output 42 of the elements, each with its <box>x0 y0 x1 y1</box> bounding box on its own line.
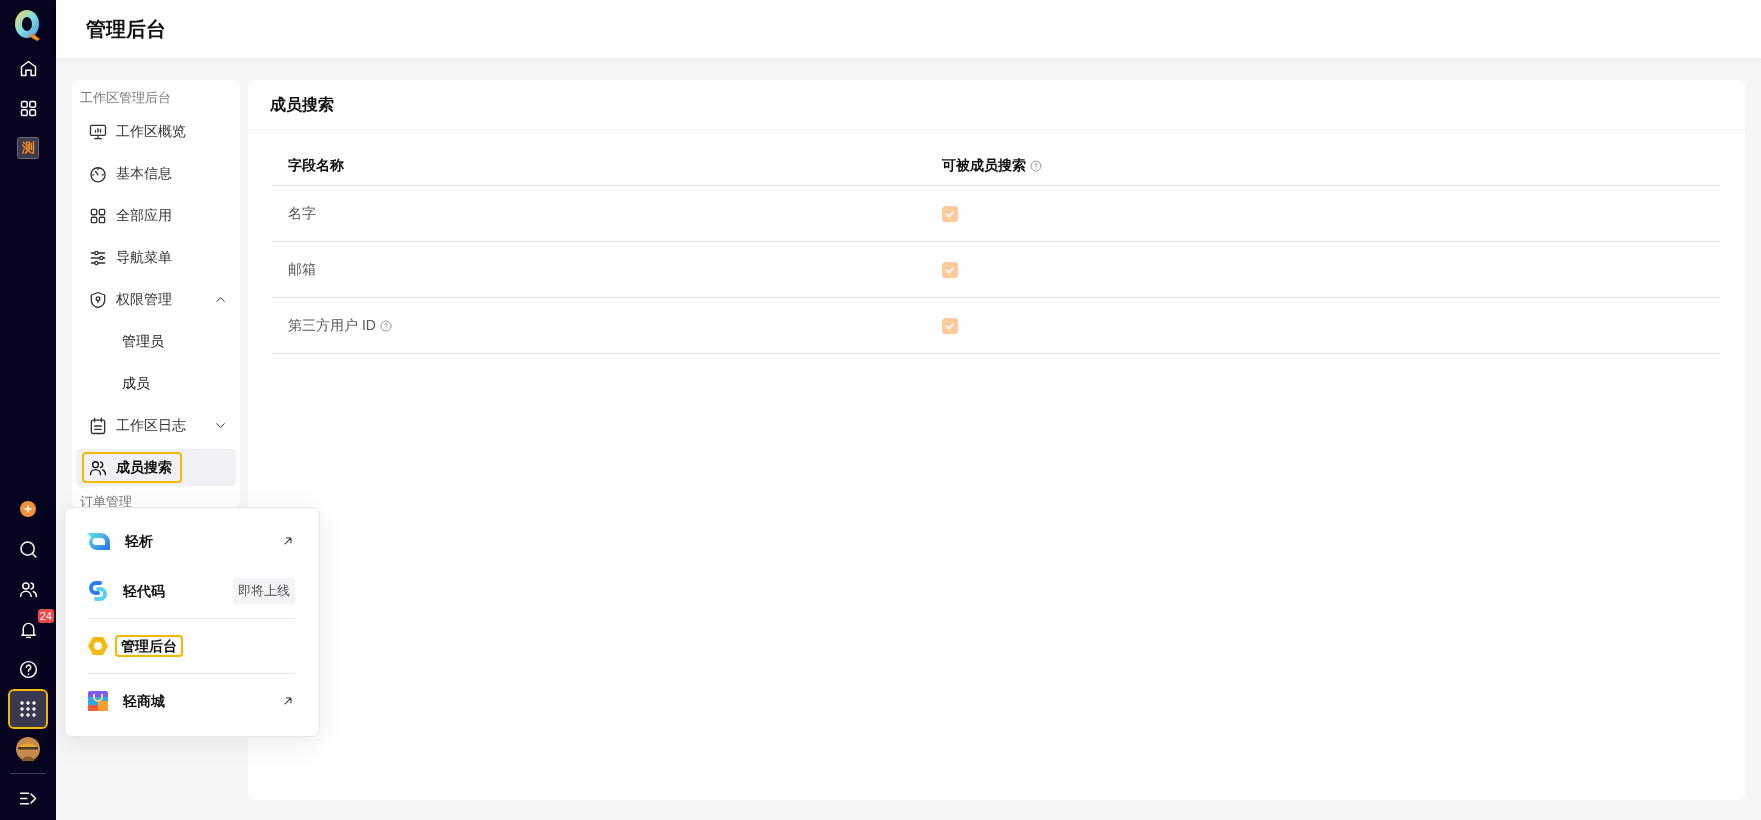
column-header: 可被成员搜索 <box>942 156 1026 175</box>
sidebar-item[interactable]: 工作区日志 <box>76 407 236 444</box>
sidebar-item[interactable]: 全部应用 <box>76 197 236 234</box>
app-logo <box>87 531 111 551</box>
app-menu-item[interactable]: 轻代码 即将上线 <box>87 566 295 616</box>
calendar-icon <box>88 415 108 436</box>
app-logo <box>87 635 109 657</box>
app-logo <box>87 689 109 713</box>
sidebar-item[interactable]: 工作区概览 <box>76 113 236 150</box>
field-name: 第三方用户 ID <box>288 316 376 335</box>
search-icon <box>17 538 39 560</box>
check-icon <box>945 320 955 331</box>
field-name: 名字 <box>288 204 316 223</box>
sidebar-item[interactable]: 成员搜索 <box>76 449 236 486</box>
sidebar-heading: 工作区管理后台 <box>79 89 172 107</box>
workspace-badge[interactable]: 测 <box>17 137 39 159</box>
sidebar-item[interactable]: 权限管理 <box>76 281 236 318</box>
apps-icon <box>19 700 37 718</box>
card-title: 成员搜索 <box>270 94 334 115</box>
app-menu-item[interactable]: 轻析 <box>87 516 295 566</box>
app-logo <box>87 579 109 603</box>
sidebar-subitem[interactable]: 管理员 <box>76 323 236 360</box>
sidebar-item[interactable]: 基本信息 <box>76 155 236 192</box>
field-name: 邮箱 <box>288 260 316 279</box>
status-tag: 即将上线 <box>233 578 295 604</box>
app-menu-item[interactable]: 管理后台 <box>87 621 295 671</box>
help-icon <box>17 658 39 680</box>
notification-badge: 24 <box>37 609 54 623</box>
column-header: 字段名称 <box>288 156 344 175</box>
shield-icon <box>88 289 108 310</box>
section-heading: 订单管理 <box>79 493 133 510</box>
help-icon <box>379 319 392 332</box>
sidebar-item[interactable]: 导航菜单 <box>76 239 236 276</box>
page-title: 管理后台 <box>86 17 166 42</box>
check-icon <box>945 264 955 275</box>
help-icon <box>1030 159 1042 172</box>
avatar[interactable] <box>16 737 40 761</box>
plus-icon <box>20 501 36 517</box>
app-menu-item[interactable]: 轻商城 <box>87 676 295 726</box>
check-icon <box>945 208 955 219</box>
sidebar-subitem[interactable]: 成员 <box>76 365 236 402</box>
rail-button[interactable] <box>10 691 46 727</box>
